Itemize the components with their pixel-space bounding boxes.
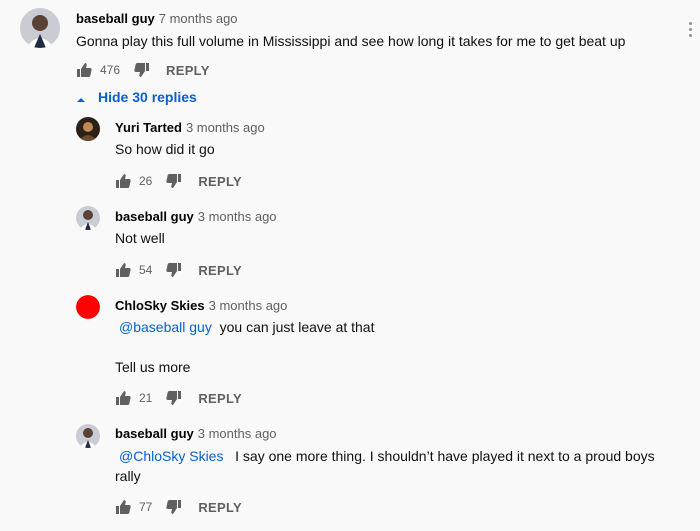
- thumbs-up-icon[interactable]: [115, 262, 131, 278]
- comment-text-body: I say one more thing. I shouldn’t have p…: [235, 448, 655, 464]
- comment-actions: 77 REPLY: [115, 497, 242, 517]
- thumbs-up-icon[interactable]: [76, 62, 92, 78]
- thumbs-up-icon[interactable]: [115, 173, 131, 189]
- comment-text-line2: rally: [115, 468, 141, 484]
- thumbs-down-icon[interactable]: [134, 62, 150, 78]
- author-name[interactable]: ChloSky Skies: [115, 298, 205, 313]
- reply-button[interactable]: REPLY: [166, 63, 210, 78]
- comment-text-line2: Tell us more: [115, 359, 191, 375]
- comment-header: baseball guy 7 months ago: [76, 11, 238, 26]
- mention-link[interactable]: @baseball guy: [119, 319, 212, 335]
- comment-actions: 476 REPLY: [76, 60, 210, 80]
- comment-actions: 21 REPLY: [115, 388, 242, 408]
- comment-text: @baseball guy you can just leave at that: [119, 317, 374, 337]
- like-count: 77: [139, 500, 153, 514]
- timestamp[interactable]: 3 months ago: [186, 120, 265, 135]
- timestamp[interactable]: 7 months ago: [159, 11, 238, 26]
- more-vert-icon[interactable]: [686, 22, 694, 42]
- thumbs-down-icon[interactable]: [166, 262, 182, 278]
- comment-actions: 54 REPLY: [115, 260, 242, 280]
- hide-replies-label: Hide 30 replies: [98, 89, 197, 105]
- reply-button[interactable]: REPLY: [198, 263, 242, 278]
- avatar[interactable]: [20, 8, 60, 48]
- chevron-up-icon: [76, 92, 86, 102]
- author-name[interactable]: Yuri Tarted: [115, 120, 182, 135]
- avatar[interactable]: [76, 117, 100, 141]
- timestamp[interactable]: 3 months ago: [198, 209, 277, 224]
- hide-replies-button[interactable]: Hide 30 replies: [76, 89, 197, 105]
- author-name[interactable]: baseball guy: [115, 426, 194, 441]
- author-name[interactable]: baseball guy: [115, 209, 194, 224]
- mention-link[interactable]: @ChloSky Skies: [119, 448, 223, 464]
- avatar[interactable]: [76, 206, 100, 230]
- comment-text-body: you can just leave at that: [219, 319, 375, 335]
- timestamp[interactable]: 3 months ago: [209, 298, 288, 313]
- comment-header: baseball guy 3 months ago: [115, 426, 277, 441]
- thumbs-up-icon[interactable]: [115, 390, 131, 406]
- comment-text: @ChloSky Skies I say one more thing. I s…: [119, 446, 655, 466]
- comment-header: ChloSky Skies 3 months ago: [115, 298, 287, 313]
- reply-button[interactable]: REPLY: [198, 500, 242, 515]
- like-count: 54: [139, 263, 153, 277]
- thumbs-down-icon[interactable]: [166, 499, 182, 515]
- comment-text: Gonna play this full volume in Mississip…: [76, 33, 626, 49]
- like-count: 26: [139, 174, 153, 188]
- reply-button[interactable]: REPLY: [198, 391, 242, 406]
- reply-button[interactable]: REPLY: [198, 174, 242, 189]
- thumbs-down-icon[interactable]: [166, 390, 182, 406]
- avatar[interactable]: [76, 424, 100, 448]
- thumbs-down-icon[interactable]: [166, 173, 182, 189]
- comment-text: Not well: [115, 230, 165, 246]
- thumbs-up-icon[interactable]: [115, 499, 131, 515]
- like-count: 21: [139, 391, 153, 405]
- comment-actions: 26 REPLY: [115, 171, 242, 191]
- comment-header: Yuri Tarted 3 months ago: [115, 120, 265, 135]
- avatar[interactable]: [76, 295, 100, 319]
- comment-header: baseball guy 3 months ago: [115, 209, 277, 224]
- like-count: 476: [100, 63, 121, 77]
- timestamp[interactable]: 3 months ago: [198, 426, 277, 441]
- author-name[interactable]: baseball guy: [76, 11, 155, 26]
- comment-text: So how did it go: [115, 141, 215, 157]
